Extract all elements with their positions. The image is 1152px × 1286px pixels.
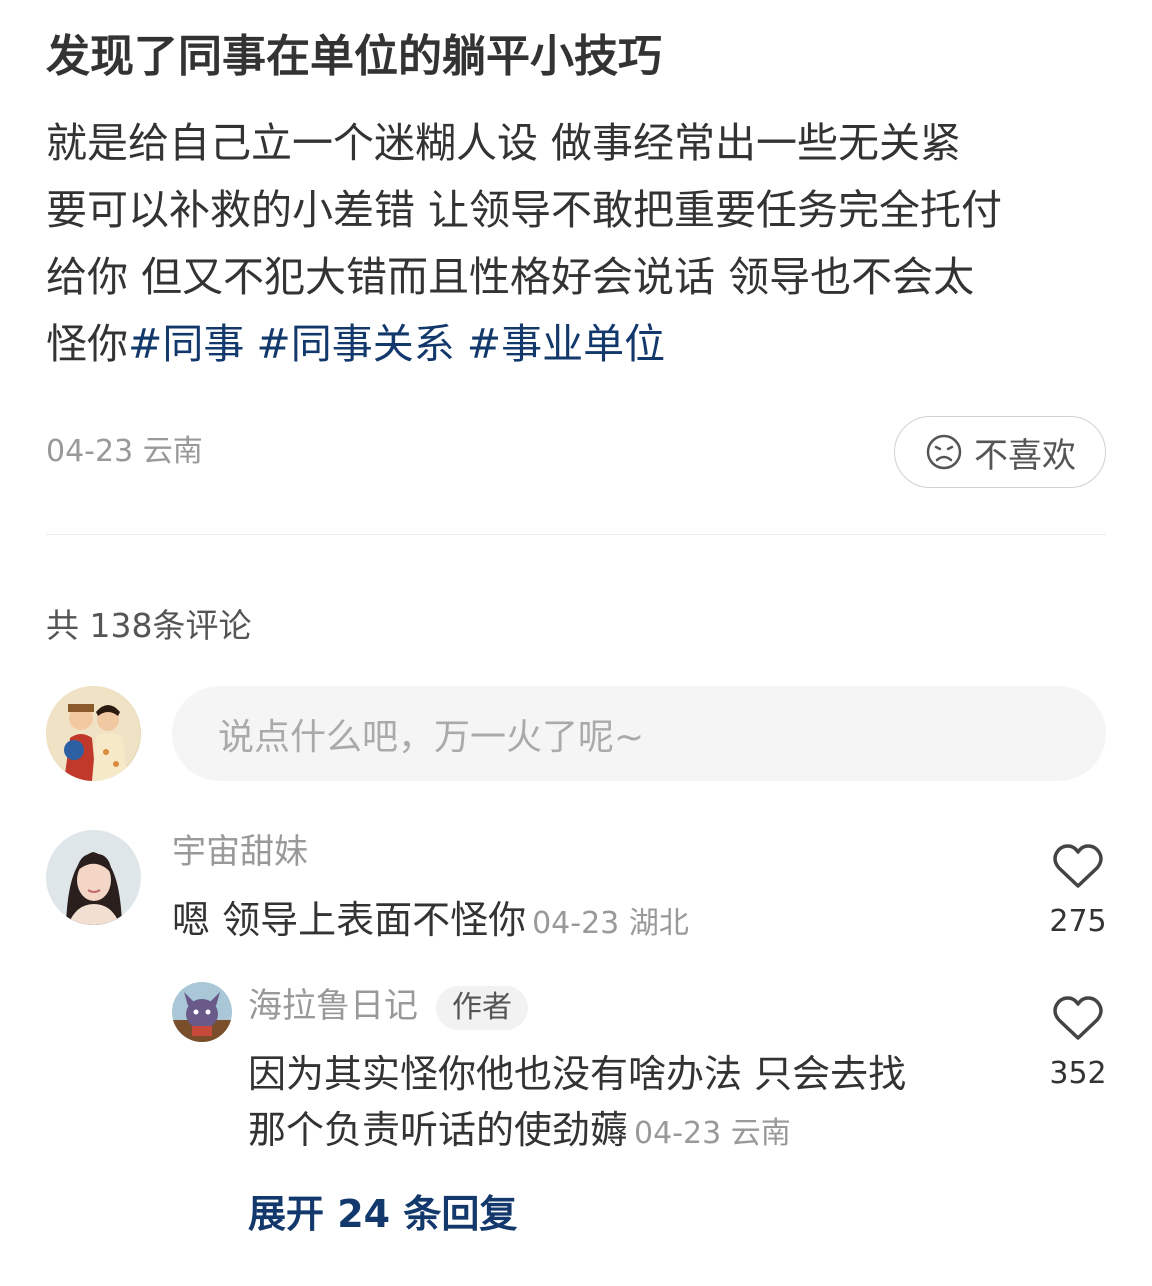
- comment-text: 嗯 领导上表面不怪你: [172, 898, 527, 942]
- post-location: 云南: [142, 434, 203, 469]
- post-body: 就是给自己立一个迷糊人设 做事经常出一些无关紧 要可以补救的小差错 让领导不敢把…: [46, 110, 1116, 378]
- hashtag-link[interactable]: #事业单位: [467, 320, 665, 368]
- reply-text-line: 因为其实怪你他也没有啥办法 只会去找: [248, 1052, 907, 1096]
- reply-location: 云南: [730, 1116, 791, 1151]
- dislike-button[interactable]: 不喜欢: [894, 416, 1106, 488]
- divider: [46, 534, 1106, 535]
- reply-author-name[interactable]: 海拉鲁日记: [248, 986, 418, 1026]
- reply-date: 04-23: [634, 1116, 722, 1151]
- reply-text: 那个负责听话的使劲薅: [248, 1108, 629, 1152]
- post-meta: 04-23 云南: [46, 432, 203, 472]
- comment-date: 04-23: [532, 906, 620, 941]
- like-button[interactable]: 275: [1048, 842, 1108, 940]
- reply-like-count: 352: [1049, 1056, 1107, 1091]
- post-body-line: 给你 但又不犯大错而且性格好会说话 领导也不会太: [46, 253, 975, 301]
- reply-text-line-2: 那个负责听话的使劲薅 04-23 云南: [248, 1102, 988, 1162]
- author-badge: 作者: [436, 985, 528, 1030]
- dislike-label: 不喜欢: [974, 435, 1076, 476]
- comment-input-placeholder: 说点什么吧，万一火了呢~: [218, 716, 645, 758]
- reply-body: 因为其实怪你他也没有啥办法 只会去找 那个负责听话的使劲薅 04-23 云南: [248, 1046, 988, 1162]
- like-count: 275: [1049, 904, 1107, 939]
- comment-location: 湖北: [628, 906, 689, 941]
- current-user-avatar[interactable]: [46, 686, 141, 781]
- comment-input[interactable]: 说点什么吧，万一火了呢~: [172, 686, 1106, 781]
- reply-author-avatar[interactable]: [172, 982, 232, 1042]
- hashtag-link[interactable]: #同事关系: [256, 320, 454, 368]
- hashtag-link[interactable]: #同事: [128, 320, 244, 368]
- commenter-avatar[interactable]: [46, 830, 141, 925]
- reply-author-row: 海拉鲁日记 作者: [248, 984, 528, 1030]
- comment-meta: 04-23 湖北: [532, 906, 689, 941]
- comment-body: 嗯 领导上表面不怪你 04-23 湖北: [172, 892, 689, 952]
- post-body-line-prefix: 怪你: [46, 320, 128, 368]
- post-body-last-line: 怪你#同事 #同事关系 #事业单位: [46, 311, 1116, 378]
- post-body-line: 要可以补救的小差错 让领导不敢把重要任务完全托付: [46, 186, 1003, 234]
- reply-meta: 04-23 云南: [634, 1116, 791, 1151]
- comments-count: 共 138条评论: [46, 606, 252, 645]
- expand-replies-link[interactable]: 展开 24 条回复: [248, 1188, 517, 1240]
- post-body-line: 就是给自己立一个迷糊人设 做事经常出一些无关紧: [46, 119, 962, 167]
- heart-icon: [1051, 842, 1105, 894]
- frown-icon: [924, 432, 964, 472]
- post-date: 04-23: [46, 434, 134, 469]
- heart-icon: [1051, 994, 1105, 1046]
- commenter-name[interactable]: 宇宙甜妹: [172, 830, 308, 874]
- post-title: 发现了同事在单位的躺平小技巧: [46, 31, 662, 82]
- reply-like-button[interactable]: 352: [1048, 994, 1108, 1092]
